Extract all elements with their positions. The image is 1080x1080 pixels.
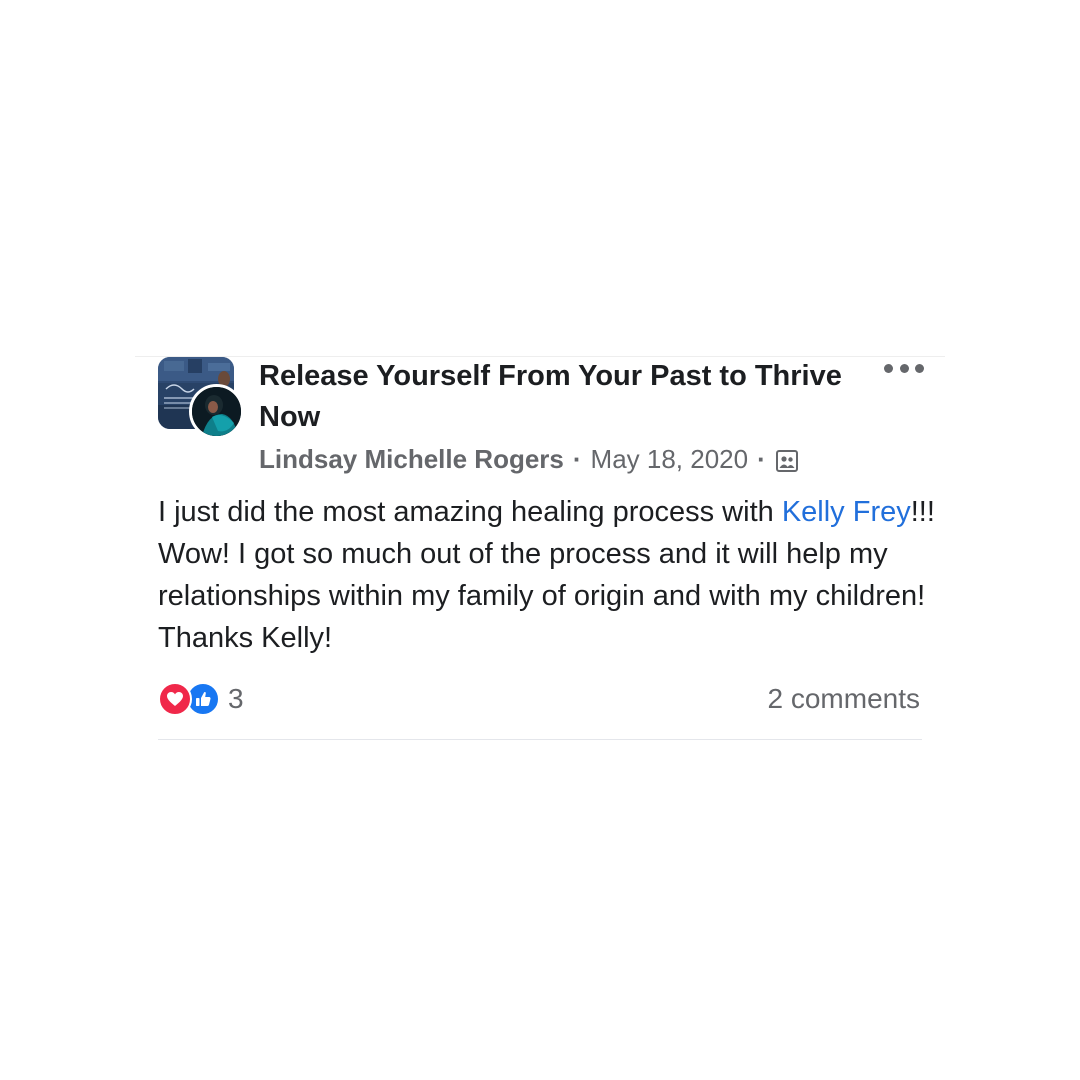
reactions-summary[interactable]: 3 bbox=[158, 681, 244, 717]
comments-count-link[interactable]: 2 comments bbox=[768, 681, 921, 717]
more-options-button[interactable] bbox=[884, 360, 924, 376]
post-text-before-mention: I just did the most amazing healing proc… bbox=[158, 496, 782, 528]
more-dot-icon bbox=[899, 363, 909, 373]
bottom-divider bbox=[158, 739, 922, 740]
meta-separator: · bbox=[572, 443, 582, 474]
meta-separator: · bbox=[757, 443, 766, 474]
reaction-count: 3 bbox=[228, 683, 244, 714]
mention-link[interactable]: Kelly Frey bbox=[782, 496, 911, 528]
post-avatar[interactable] bbox=[158, 357, 244, 439]
more-dot-icon bbox=[884, 363, 893, 373]
group-name-link[interactable]: Release Yourself From Your Past to Thriv… bbox=[259, 356, 859, 438]
author-name-link[interactable]: Lindsay Michelle Rogers bbox=[259, 444, 564, 475]
post-date-link[interactable]: May 18, 2020 bbox=[591, 444, 749, 475]
more-dot-icon bbox=[915, 363, 924, 373]
post-card: Release Yourself From Your Past to Thriv… bbox=[0, 0, 1080, 1080]
post-meta: Lindsay Michelle Rogers · May 18, 2020 · bbox=[259, 442, 798, 476]
author-profile-photo[interactable] bbox=[189, 384, 244, 439]
love-icon bbox=[158, 682, 192, 716]
post-text: I just did the most amazing healing proc… bbox=[158, 491, 938, 659]
group-members-icon[interactable] bbox=[775, 448, 798, 472]
